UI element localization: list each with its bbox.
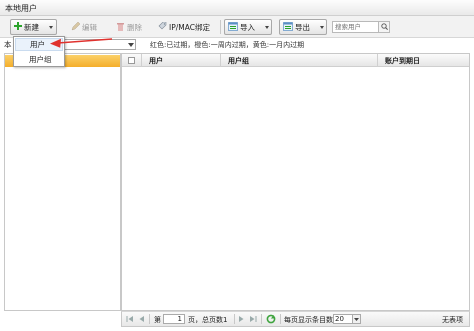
search-input[interactable] (332, 21, 379, 33)
trash-icon (116, 22, 125, 33)
user-group-tree (4, 53, 121, 311)
filter-label: 本 (4, 40, 12, 49)
chevron-down-icon (126, 40, 135, 49)
export-icon (283, 21, 293, 33)
chevron-down-icon[interactable] (265, 25, 269, 29)
ipmac-bind-label: IP/MAC绑定 (169, 22, 210, 32)
tag-icon (158, 21, 167, 33)
delete-button-label: 删除 (127, 22, 142, 32)
page-total-text: 页，总页数1 (188, 316, 228, 324)
column-expiry-date[interactable]: 账户到期日 (385, 56, 420, 66)
new-button[interactable]: 新建 (10, 19, 57, 35)
page-prefix: 第 (154, 316, 161, 324)
select-all-checkbox[interactable] (128, 57, 135, 64)
import-button[interactable]: 导入 (224, 19, 272, 35)
toolbar: 新建 编辑 删除 IP/MAC绑定 导入 导出 (0, 16, 474, 38)
delete-button[interactable]: 删除 (113, 19, 145, 35)
first-page-icon[interactable] (126, 315, 134, 325)
refresh-icon[interactable] (266, 314, 276, 326)
window-title: 本地用户 (5, 4, 37, 13)
page-size-select[interactable]: 20 (333, 314, 353, 324)
search-icon (380, 22, 388, 32)
ipmac-bind-button[interactable]: IP/MAC绑定 (155, 19, 213, 35)
edit-button[interactable]: 编辑 (68, 19, 100, 35)
page-size-label: 每页显示条目数 (284, 316, 333, 324)
last-page-icon[interactable] (249, 315, 257, 325)
search-button[interactable] (379, 21, 390, 33)
column-user[interactable]: 用户 (149, 56, 163, 66)
red-arrow-annotation (50, 37, 114, 53)
edit-button-label: 编辑 (82, 22, 97, 32)
toolbar-divider (220, 20, 221, 34)
window-titlebar: 本地用户 (0, 0, 474, 16)
table-header: 用户 用户组 账户到期日 (122, 54, 469, 67)
expiry-color-legend: 红色:已过期，橙色:一周内过期，黄色:一月内过期 (150, 41, 305, 49)
plus-icon (14, 22, 22, 32)
menu-item-user-group[interactable]: 用户组 (15, 53, 63, 66)
page-number-input[interactable]: 1 (163, 314, 185, 324)
pagination-bar: 第 1 页，总页数1 每页显示条目数 20 无表项 (121, 311, 470, 327)
chevron-down-icon[interactable] (353, 314, 361, 324)
column-user-group[interactable]: 用户组 (228, 56, 249, 66)
empty-indicator: 无表项 (442, 316, 463, 324)
export-button-label: 导出 (295, 22, 310, 32)
prev-page-icon[interactable] (138, 315, 145, 325)
pencil-icon (71, 21, 81, 33)
next-page-icon[interactable] (238, 315, 245, 325)
export-button[interactable]: 导出 (279, 19, 327, 35)
new-button-label: 新建 (24, 22, 39, 32)
import-button-label: 导入 (240, 22, 255, 32)
user-table (121, 53, 470, 311)
chevron-down-icon[interactable] (49, 25, 53, 29)
chevron-down-icon[interactable] (320, 25, 324, 29)
import-icon (228, 21, 238, 33)
